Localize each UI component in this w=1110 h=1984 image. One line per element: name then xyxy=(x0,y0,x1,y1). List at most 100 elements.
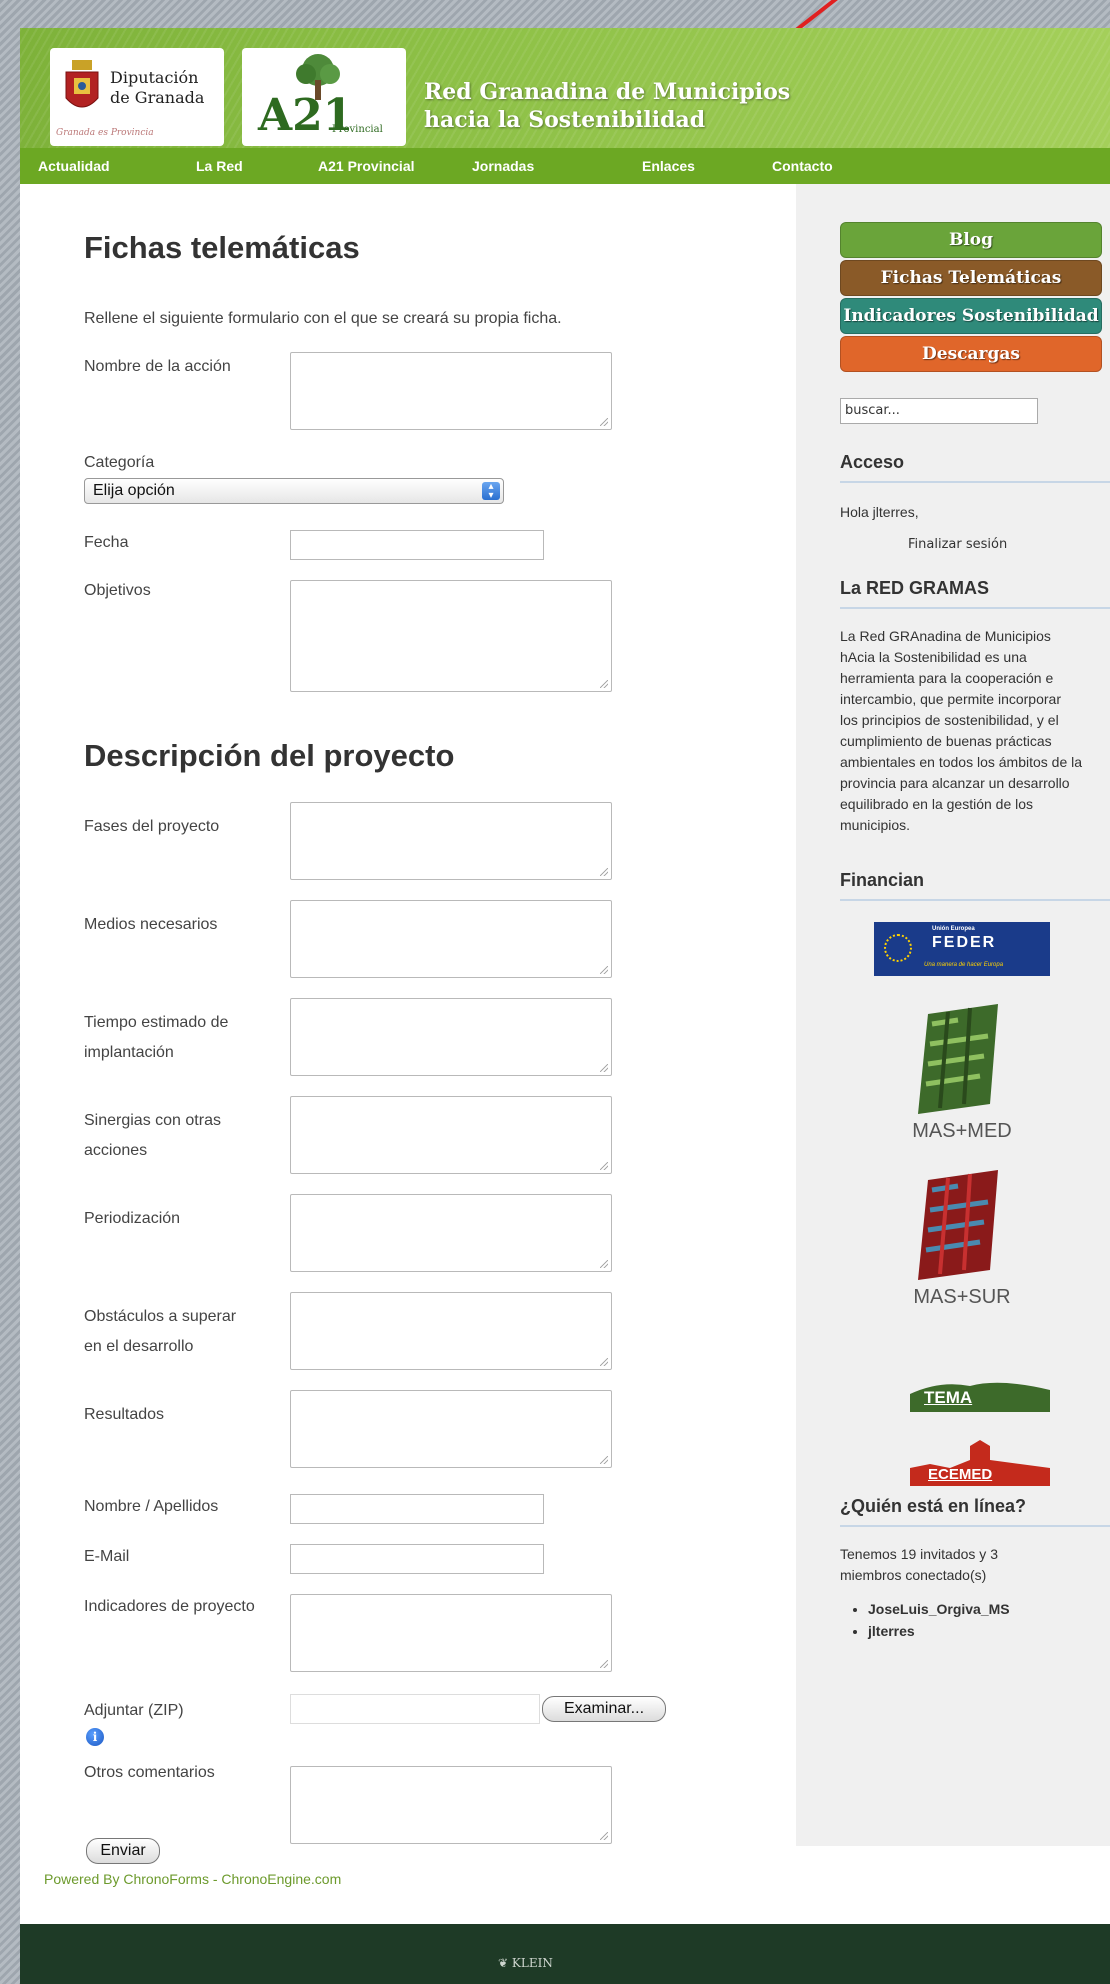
logo-line-2: de Granada xyxy=(110,88,205,107)
label-obstaculos-1: Obstáculos a superar xyxy=(84,1308,237,1325)
label-adjuntar: Adjuntar (ZIP) xyxy=(84,1702,184,1719)
enviar-button[interactable]: Enviar xyxy=(86,1838,160,1864)
masmed-label: MAS+MED xyxy=(912,1120,1012,1142)
red-gramas-heading: La RED GRAMAS xyxy=(840,578,1110,609)
diputacion-logo[interactable]: Diputación de Granada Granada es Provinc… xyxy=(50,48,224,146)
online-line: Tenemos 19 invitados y 3 xyxy=(840,1546,998,1562)
label-obstaculos-2: en el desarrollo xyxy=(84,1338,194,1355)
sidebar-fichas-button[interactable]: Fichas Telemáticas xyxy=(840,260,1102,296)
fecha-field[interactable] xyxy=(290,530,544,560)
feder-sub-text: Una manera de hacer Europa xyxy=(924,962,1004,968)
info-icon[interactable]: i xyxy=(86,1728,104,1746)
footer-logo[interactable]: ❦ KLEIN xyxy=(498,1956,553,1970)
main-nav: Actualidad La Red A21 Provincial Jornada… xyxy=(20,148,1110,186)
ecemed-logo[interactable]: ECEMED xyxy=(910,1438,1050,1486)
label-medios: Medios necesarios xyxy=(84,916,218,933)
label-indicadores: Indicadores de proyecto xyxy=(84,1598,255,1615)
masmed-emblem-icon[interactable] xyxy=(918,1004,1000,1114)
logout-button[interactable]: Finalizar sesión xyxy=(908,534,1007,555)
nombre-apellidos-field[interactable] xyxy=(290,1494,544,1524)
search-input[interactable]: buscar... xyxy=(840,398,1038,424)
label-sinergias-2: acciones xyxy=(84,1142,148,1159)
online-users-list: JoseLuis_Orgiva_MS jlterres xyxy=(850,1598,1010,1642)
label-objetivos: Objetivos xyxy=(84,582,151,599)
acceso-heading: Acceso xyxy=(840,452,1110,483)
label-email: E-Mail xyxy=(84,1548,130,1565)
sinergias-field[interactable] xyxy=(290,1096,612,1174)
site-title-line-2: hacia la Sostenibilidad xyxy=(424,107,706,133)
a21-sub: Provincial xyxy=(332,124,383,135)
powered-by-link[interactable]: Powered By ChronoForms - ChronoEngine.co… xyxy=(44,1871,341,1887)
select-arrows-icon: ▴ ▾ xyxy=(482,482,500,501)
label-periodizacion: Periodización xyxy=(84,1210,181,1227)
online-heading: ¿Quién está en línea? xyxy=(840,1496,1110,1527)
periodizacion-field[interactable] xyxy=(290,1194,612,1272)
a21-logo[interactable]: A21 Provincial xyxy=(242,48,406,146)
massur-emblem-icon[interactable] xyxy=(918,1170,1000,1280)
red-text-line: hAcia la Sostenibilidad es una xyxy=(840,649,1027,665)
medios-field[interactable] xyxy=(290,900,612,978)
indicadores-field[interactable] xyxy=(290,1594,612,1672)
label-otros: Otros comentarios xyxy=(84,1764,215,1781)
red-text-line: municipios. xyxy=(840,817,911,833)
form-intro: Rellene el siguiente formulario con el q… xyxy=(84,310,562,327)
site-footer: ❦ KLEIN xyxy=(20,1924,1110,1984)
red-text-line: cumplimiento de buenas prácticas xyxy=(840,733,1052,749)
nav-contacto[interactable]: Contacto xyxy=(772,148,833,184)
nombre-accion-field[interactable] xyxy=(290,352,612,430)
massur-label: MAS+SUR xyxy=(913,1286,1011,1308)
web-page: Diputación de Granada Granada es Provinc… xyxy=(20,28,1110,1984)
objetivos-field[interactable] xyxy=(290,580,612,692)
examinar-button[interactable]: Examinar... xyxy=(542,1696,666,1722)
financian-heading: Financian xyxy=(840,870,1110,901)
red-gramas-text: La Red GRAnadina de Municipios hAcia la … xyxy=(840,626,1082,836)
label-nombre-accion: Nombre de la acción xyxy=(84,358,231,375)
tema-text: TEMA xyxy=(924,1388,973,1407)
feder-main-text: FEDER xyxy=(932,934,997,951)
site-title: Red Granadina de Municipios hacia la Sos… xyxy=(424,78,790,134)
email-field[interactable] xyxy=(290,1544,544,1574)
file-path-field[interactable] xyxy=(290,1694,540,1724)
coat-of-arms-icon xyxy=(65,60,99,108)
red-text-line: ambientales en todos los ámbitos de la xyxy=(840,754,1083,770)
fases-field[interactable] xyxy=(290,802,612,880)
label-nombre-apellidos: Nombre / Apellidos xyxy=(84,1498,219,1515)
section-title: Descripción del proyecto xyxy=(84,738,455,773)
logo-tagline: Granada es Provincia xyxy=(56,128,154,138)
resultados-field[interactable] xyxy=(290,1390,612,1468)
ecemed-text: ECEMED xyxy=(928,1466,993,1483)
red-text-line: provincia para alcanzar un desarrollo xyxy=(840,775,1070,791)
nav-actualidad[interactable]: Actualidad xyxy=(38,148,110,184)
nav-la-red[interactable]: La Red xyxy=(196,148,243,184)
red-text-line: equilibrado en la gestión de los xyxy=(840,796,1034,812)
tema-logo[interactable]: TEMA xyxy=(910,1376,1050,1412)
tiempo-field[interactable] xyxy=(290,998,612,1076)
nav-enlaces[interactable]: Enlaces xyxy=(642,148,695,184)
feder-top-text: Unión Europea xyxy=(932,926,975,932)
feder-logo[interactable]: Unión Europea FEDER Una manera de hacer … xyxy=(874,922,1050,976)
label-categoria: Categoría xyxy=(84,454,155,471)
red-text-line: herramienta para la cooperación e xyxy=(840,670,1054,686)
logo-line-1: Diputación xyxy=(110,68,199,87)
site-title-line-1: Red Granadina de Municipios xyxy=(424,79,791,105)
nav-a21-provincial[interactable]: A21 Provincial xyxy=(318,148,415,184)
categoria-selected: Elija opción xyxy=(93,482,175,499)
eu-stars-icon xyxy=(884,934,912,962)
online-user[interactable]: jlterres xyxy=(868,1620,1010,1642)
categoria-select[interactable]: Elija opción ▴ ▾ xyxy=(84,478,504,504)
label-resultados: Resultados xyxy=(84,1406,165,1423)
online-line: miembros conectado(s) xyxy=(840,1567,987,1583)
obstaculos-field[interactable] xyxy=(290,1292,612,1370)
site-header: Diputación de Granada Granada es Provinc… xyxy=(20,28,1110,148)
otros-field[interactable] xyxy=(290,1766,612,1844)
label-fases: Fases del proyecto xyxy=(84,818,220,835)
page-title: Fichas telemáticas xyxy=(84,230,360,265)
sidebar-descargas-button[interactable]: Descargas xyxy=(840,336,1102,372)
red-text-line: La Red GRAnadina de Municipios xyxy=(840,628,1051,644)
sidebar-blog-button[interactable]: Blog xyxy=(840,222,1102,258)
red-text-line: los principios de sostenibilidad, y el xyxy=(840,712,1059,728)
nav-jornadas[interactable]: Jornadas xyxy=(472,148,534,184)
leaf-icon: ❦ xyxy=(498,1956,509,1970)
online-user[interactable]: JoseLuis_Orgiva_MS xyxy=(868,1598,1010,1620)
sidebar-indicadores-button[interactable]: Indicadores Sostenibilidad xyxy=(840,298,1102,334)
